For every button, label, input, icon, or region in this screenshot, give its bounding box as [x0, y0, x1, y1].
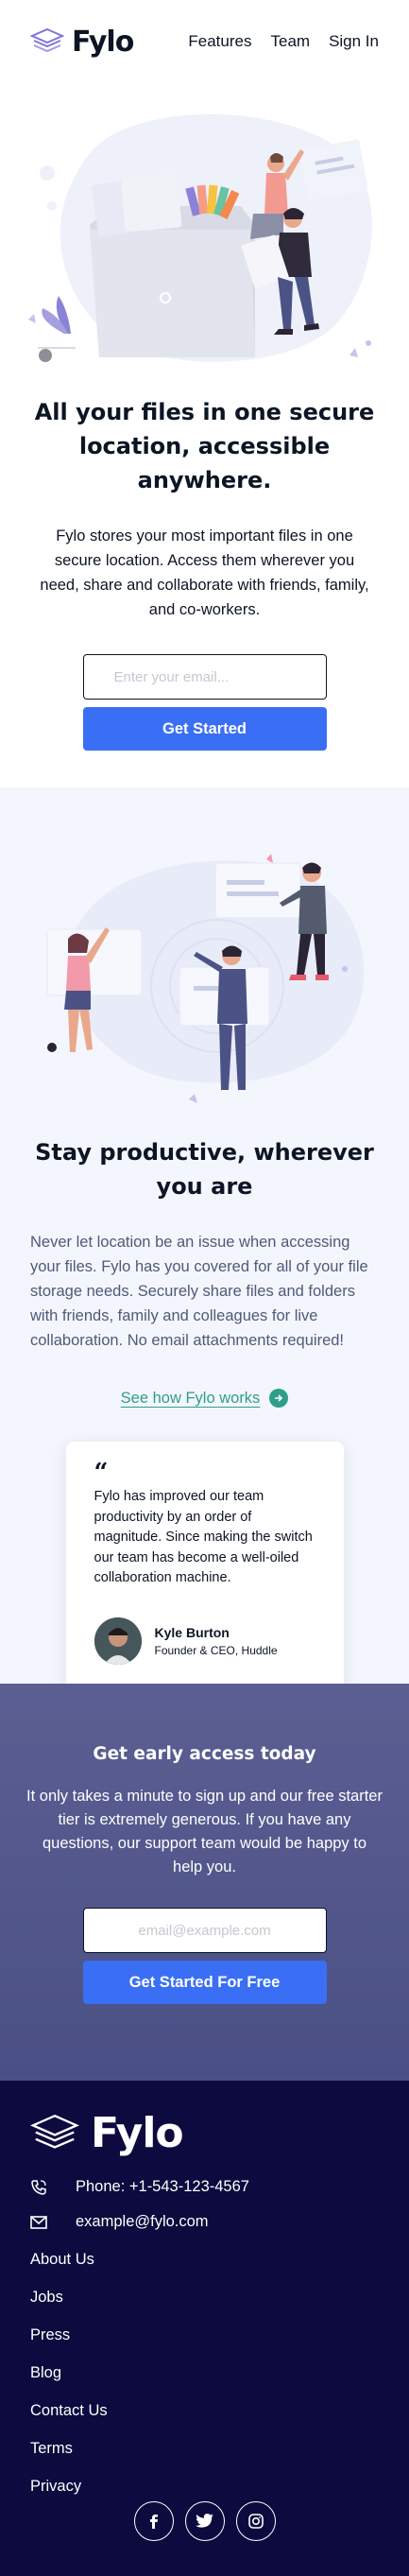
footer-links: About Us Jobs Press Blog Contact Us Term… — [30, 2240, 379, 2505]
get-started-free-button[interactable]: Get Started For Free — [82, 1961, 327, 2005]
logo[interactable]: Fylo — [30, 25, 134, 59]
contact-email: example@fylo.com — [30, 2213, 379, 2231]
productive-illustration — [0, 816, 409, 1118]
quote-icon: “ — [94, 1459, 109, 1488]
early-access-description: It only takes a minute to sign up and ou… — [26, 1788, 383, 1876]
nav-features[interactable]: Features — [188, 32, 251, 51]
nav-team[interactable]: Team — [270, 32, 310, 51]
early-access-section: Get early access today It only takes a m… — [0, 1684, 409, 2081]
hero-section: All your files in one secure location, a… — [0, 83, 409, 752]
testimonial-card: “ Fylo has improved our team productivit… — [65, 1442, 344, 1691]
footer-logo-stack-icon — [30, 2114, 79, 2149]
early-access-email-input[interactable] — [82, 1908, 327, 1954]
facebook-icon[interactable] — [133, 2501, 174, 2541]
author-name: Kyle Burton — [154, 1624, 230, 1640]
instagram-icon[interactable] — [235, 2501, 276, 2541]
see-how-link-label[interactable]: See how Fylo works — [121, 1390, 261, 1408]
phone-text[interactable]: Phone: +1-543-123-4567 — [76, 2178, 249, 2196]
author-role: Founder & CEO, Huddle — [154, 1643, 278, 1657]
hero-illustration — [0, 83, 409, 386]
phone-icon — [31, 2179, 46, 2195]
footer-link-blog[interactable]: Blog — [30, 2354, 379, 2392]
hero-illustration-svg — [28, 113, 372, 362]
email-icon — [30, 2215, 47, 2229]
get-started-button[interactable]: Get Started — [82, 707, 327, 752]
site-header: Fylo Features Team Sign In — [0, 0, 409, 83]
footer-logo[interactable]: Fylo — [30, 2109, 379, 2157]
footer-link-contact-us[interactable]: Contact Us — [30, 2392, 379, 2429]
social-links — [0, 2501, 409, 2541]
arrow-right-icon — [269, 1389, 289, 1409]
footer-link-press[interactable]: Press — [30, 2316, 379, 2354]
email-text[interactable]: example@fylo.com — [76, 2213, 209, 2231]
hero-description: Fylo stores your most important files in… — [40, 527, 369, 619]
footer-link-terms[interactable]: Terms — [30, 2429, 379, 2467]
footer-link-jobs[interactable]: Jobs — [30, 2278, 379, 2316]
productive-description: Never let location be an issue when acce… — [30, 1234, 368, 1350]
logo-text: Fylo — [72, 25, 134, 59]
testimonial-author: Kyle Burton Founder & CEO, Huddle — [94, 1616, 315, 1665]
footer-link-privacy[interactable]: Privacy — [30, 2467, 379, 2505]
logo-stack-icon — [30, 27, 64, 53]
hero-title: All your files in one secure location, a… — [34, 399, 375, 493]
nav-sign-in[interactable]: Sign In — [329, 32, 379, 51]
see-how-link[interactable]: See how Fylo works — [0, 1389, 409, 1409]
twitter-icon[interactable] — [184, 2501, 225, 2541]
main-nav: Features Team Sign In — [188, 32, 379, 51]
hero-email-input[interactable] — [82, 654, 327, 700]
footer-logo-text: Fylo — [91, 2109, 184, 2157]
footer-link-about-us[interactable]: About Us — [30, 2240, 379, 2278]
productive-illustration-svg — [46, 854, 365, 1103]
contact-phone: Phone: +1-543-123-4567 — [30, 2178, 379, 2196]
productive-section: Stay productive, wherever you are Never … — [0, 787, 409, 1691]
avatar — [94, 1616, 142, 1665]
early-access-title: Get early access today — [93, 1744, 316, 1764]
testimonial-quote: Fylo has improved our team productivity … — [94, 1489, 313, 1586]
productive-title: Stay productive, wherever you are — [35, 1139, 374, 1200]
